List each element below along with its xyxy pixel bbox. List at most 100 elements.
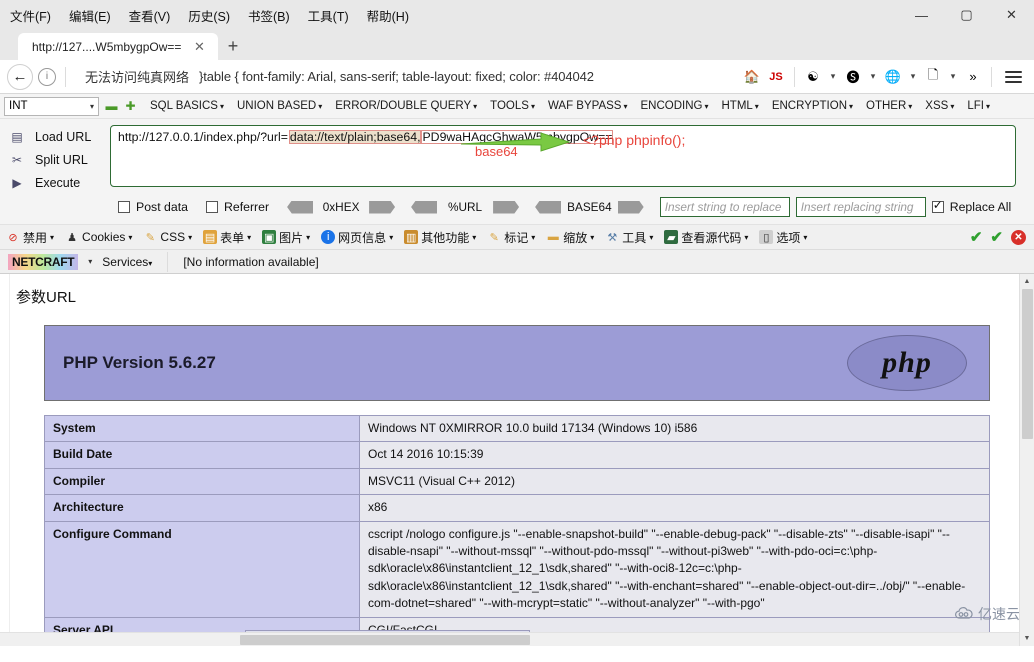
ext-item-tools[interactable]: ⚒ 工具 ▾: [605, 229, 653, 246]
scroll-down-icon[interactable]: ▼: [1020, 631, 1034, 646]
page-title: 参数URL: [16, 289, 77, 306]
int-select[interactable]: INT ▾: [4, 96, 99, 116]
chevron-down-icon[interactable]: ▾: [906, 71, 920, 82]
ext-item-misc[interactable]: ▥ 其他功能 ▾: [404, 229, 476, 246]
ext-item-outline[interactable]: ✎ 标记 ▾: [487, 229, 536, 246]
netcraft-services-menu[interactable]: Services▾: [102, 255, 152, 269]
execute-button[interactable]: ▶ Execute: [8, 171, 110, 194]
error-icon[interactable]: ✕: [1011, 229, 1026, 245]
ext-item-view-source[interactable]: ▰ 查看源代码 ▾: [664, 229, 748, 246]
ext-item-css[interactable]: ✎ CSS ▾: [143, 230, 192, 244]
maximize-button[interactable]: ▢: [944, 0, 989, 30]
post-data-checkbox[interactable]: Post data: [118, 200, 188, 214]
hackbar-menu-html[interactable]: HTML ▾: [721, 100, 758, 112]
ext-item-cookies[interactable]: ♟ Cookies ▾: [65, 230, 132, 244]
ext-item-options[interactable]: ▯ 选项 ▾: [759, 229, 807, 246]
replace-all-label: Replace All: [949, 200, 1012, 214]
outline-icon: ✎: [489, 231, 499, 244]
encoder-base64[interactable]: BASE64: [535, 200, 644, 214]
back-button[interactable]: ←: [6, 63, 34, 91]
chevron-down-icon: ▾: [649, 232, 654, 242]
hackbar-menu-xss[interactable]: XSS ▾: [925, 100, 954, 112]
encoder-url[interactable]: %URL: [411, 200, 520, 214]
chevron-down-icon: ▾: [623, 102, 628, 111]
decode-arrow-icon[interactable]: [535, 200, 562, 214]
chevron-down-icon: ▾: [306, 232, 311, 242]
new-tab-button[interactable]: +: [218, 33, 248, 60]
chevron-down-icon[interactable]: ▾: [826, 71, 840, 82]
page-info-icon[interactable]: i: [38, 67, 56, 86]
load-url-icon: ▤: [11, 129, 23, 144]
hackbar-icon[interactable]: 🅢: [842, 66, 864, 88]
hackbar-menu-waf-bypass[interactable]: WAF BYPASS ▾: [548, 100, 628, 112]
chevron-down-icon: ▾: [849, 102, 854, 111]
js-icon[interactable]: JS: [765, 66, 787, 88]
menu-history[interactable]: 历史(S): [186, 4, 232, 27]
check-icon[interactable]: ✔: [990, 228, 1003, 246]
browser-tab-active[interactable]: http://127....W5mbygpOw== ✕: [18, 33, 218, 60]
hackbar-menu-encoding[interactable]: ENCODING ▾: [640, 100, 708, 112]
scrollbar-thumb[interactable]: [1022, 289, 1033, 439]
menu-file[interactable]: 文件(F): [8, 4, 53, 27]
ext-item-forms[interactable]: ▤ 表单 ▾: [203, 229, 251, 246]
replace-all-checkbox[interactable]: Replace All: [931, 198, 1012, 214]
ext-item-images[interactable]: ▣ 图片 ▾: [262, 229, 310, 246]
menu-view[interactable]: 查看(V): [127, 4, 173, 27]
horizontal-scrollbar[interactable]: [0, 632, 1019, 646]
referrer-checkbox[interactable]: Referrer: [205, 200, 269, 214]
hackbar-menu-union-based[interactable]: UNION BASED ▾: [237, 100, 322, 112]
hackbar-menu-sql-basics[interactable]: SQL BASICS ▾: [150, 100, 224, 112]
decode-arrow-icon[interactable]: [411, 200, 438, 214]
encoder-url-label: %URL: [448, 200, 483, 214]
hackbar-url-textarea[interactable]: http://127.0.0.1/index.php/?url= data://t…: [110, 125, 1016, 187]
encode-arrow-icon[interactable]: [617, 200, 644, 214]
close-button[interactable]: ✕: [989, 0, 1034, 30]
hackbar-menu-other[interactable]: OTHER ▾: [866, 100, 912, 112]
minimize-button[interactable]: —: [899, 0, 944, 30]
hackbar-menu-row: INT ▾ ▬ ✚ SQL BASICS ▾ UNION BASED ▾ ERROR…: [0, 94, 1034, 119]
ext-item-disable[interactable]: ⊘ 禁用 ▾: [6, 229, 54, 246]
menu-help[interactable]: 帮助(H): [365, 4, 411, 27]
ext-item-resize[interactable]: ▬ 缩放 ▾: [546, 229, 595, 246]
address-bar[interactable]: 无法访问纯真网络 }table { font-family: Arial, sa…: [71, 67, 741, 86]
remove-button[interactable]: ▬: [105, 99, 118, 113]
load-url-button[interactable]: ▤ Load URL: [8, 125, 110, 148]
chevron-down-icon[interactable]: ▾: [88, 257, 92, 266]
misc-icon: ▥: [404, 230, 419, 244]
webdeveloper-icon[interactable]: 🌐: [882, 66, 904, 88]
chevron-down-icon: ▾: [590, 232, 595, 242]
encoder-hex[interactable]: 0xHEX: [287, 200, 396, 214]
noscript-icon[interactable]: ☯: [802, 66, 824, 88]
divider: [794, 66, 795, 87]
divider: [65, 66, 66, 87]
hackbar-menu-tools[interactable]: TOOLS ▾: [490, 100, 535, 112]
encode-arrow-icon[interactable]: [369, 200, 396, 214]
split-url-button[interactable]: ✂ Split URL: [8, 148, 110, 171]
menu-tools[interactable]: 工具(T): [306, 4, 351, 27]
encode-arrow-icon[interactable]: [493, 200, 520, 214]
page-copy-icon[interactable]: 🗋: [922, 66, 944, 88]
replacing-string-input[interactable]: Insert replacing string: [795, 197, 926, 217]
chevron-down-icon[interactable]: ▾: [946, 71, 960, 82]
hackbar-menu-encryption[interactable]: ENCRYPTION ▾: [772, 100, 853, 112]
scroll-up-icon[interactable]: ▲: [1020, 274, 1034, 289]
hackbar-menu-lfi[interactable]: LFI ▾: [967, 100, 990, 112]
execute-label: Execute: [35, 175, 81, 190]
add-button[interactable]: ✚: [124, 99, 137, 113]
ext-item-page-info[interactable]: i 网页信息 ▾: [321, 229, 393, 246]
decode-arrow-icon[interactable]: [287, 200, 314, 214]
hackbar-menu-error-double-query[interactable]: ERROR/DOUBLE QUERY ▾: [335, 100, 477, 112]
home-icon[interactable]: 🏠: [741, 66, 763, 88]
chevron-down-icon: ▾: [389, 232, 394, 242]
menu-icon[interactable]: [1005, 70, 1022, 83]
replace-string-input[interactable]: Insert string to replace: [659, 197, 790, 217]
chevron-down-icon: ▾: [188, 232, 193, 242]
check-icon[interactable]: ✔: [970, 228, 983, 246]
vertical-scrollbar[interactable]: ▲ ▼: [1019, 274, 1034, 646]
overflow-icon[interactable]: »: [962, 66, 984, 88]
scrollbar-thumb[interactable]: [240, 635, 530, 645]
chevron-down-icon[interactable]: ▾: [866, 71, 880, 82]
menu-bookmarks[interactable]: 书签(B): [246, 4, 292, 27]
close-icon[interactable]: ✕: [191, 39, 207, 55]
menu-edit[interactable]: 编辑(E): [67, 4, 113, 27]
